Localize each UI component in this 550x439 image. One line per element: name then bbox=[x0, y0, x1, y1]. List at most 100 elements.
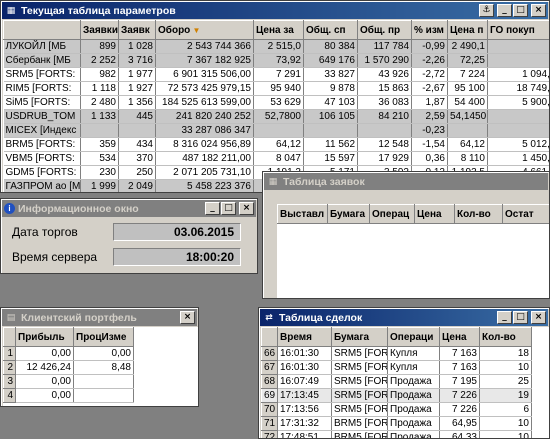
table-cell: SiM5 [FORTS: bbox=[3, 95, 81, 110]
deals-window-titlebar[interactable]: ⇄ Таблица сделок _ □ × bbox=[260, 309, 548, 326]
column-header[interactable]: Оборо ▼ bbox=[155, 20, 254, 40]
params-window-titlebar[interactable]: ▦ Текущая таблица параметров ⚓ _ □ × bbox=[2, 2, 548, 19]
table-cell bbox=[487, 123, 549, 138]
table-row[interactable]: Сбербанк [МБ 2 252 3 716 7 367 182 925 73,92… bbox=[3, 53, 549, 68]
table-cell: 5 900,00 bbox=[487, 95, 549, 110]
info-window-title: Информационное окно bbox=[18, 202, 139, 215]
close-button[interactable]: × bbox=[180, 311, 195, 324]
column-header[interactable]: Цена за bbox=[253, 20, 304, 40]
close-button[interactable]: × bbox=[239, 202, 254, 215]
column-header[interactable]: Операц bbox=[369, 204, 415, 224]
maximize-button[interactable]: □ bbox=[513, 311, 528, 324]
table-cell: 3 716 bbox=[118, 53, 156, 68]
table-cell: 47 103 bbox=[303, 95, 358, 110]
orders-window-titlebar[interactable]: ▦ Таблица заявок bbox=[264, 173, 548, 190]
column-header[interactable] bbox=[261, 327, 278, 347]
table-row[interactable]: 7217:48:51BRM5 [FORTПродажа64,3310 bbox=[261, 430, 532, 438]
table-cell: 4 bbox=[3, 388, 16, 403]
table-row[interactable]: 6816:07:49SRM5 [FORTПродажа7 19525 bbox=[261, 374, 532, 389]
column-header[interactable]: Общ. сп bbox=[303, 20, 358, 40]
table-cell: 7 291 bbox=[253, 67, 304, 82]
column-header[interactable]: ГО покуп bbox=[487, 20, 549, 40]
table-cell: -2,72 bbox=[411, 67, 448, 82]
table-cell: 649 176 bbox=[303, 53, 358, 68]
table-row[interactable]: 6616:01:30SRM5 [FORTКупля7 16318 bbox=[261, 346, 532, 361]
table-cell: 7 224 bbox=[447, 67, 488, 82]
deals-window: ⇄ Таблица сделок _ □ × Время Бумага Операц… bbox=[258, 307, 550, 439]
table-cell: 487 182 211,00 bbox=[155, 151, 254, 166]
params-window: ▦ Текущая таблица параметров ⚓ _ □ × Зая… bbox=[0, 0, 550, 193]
column-header[interactable]: Цена п bbox=[447, 20, 488, 40]
column-header[interactable]: Выставл bbox=[277, 204, 328, 224]
column-header[interactable]: Цена bbox=[439, 327, 480, 347]
portfolio-window-titlebar[interactable]: ▤ Клиентский портфель × bbox=[2, 309, 197, 326]
column-header[interactable]: Бумага bbox=[327, 204, 370, 224]
table-cell: 230 bbox=[80, 165, 119, 180]
table-row[interactable]: USDRUB_TOM 1 133 445 241 820 240 252 52,7800… bbox=[3, 109, 549, 124]
minimize-button[interactable]: _ bbox=[497, 311, 512, 324]
table-cell bbox=[357, 123, 412, 138]
table-cell bbox=[73, 388, 134, 403]
table-cell: 7 163 bbox=[439, 346, 480, 361]
table-row[interactable]: BRM5 [FORTS: 359 434 8 316 024 956,89 64,12 1… bbox=[3, 137, 549, 152]
table-row[interactable]: SRM5 [FORTS: 982 1 977 6 901 315 506,00 7 29… bbox=[3, 67, 549, 82]
table-cell: 1 977 bbox=[118, 67, 156, 82]
table-cell: 241 820 240 252 bbox=[155, 109, 254, 124]
table-cell: 106 105 bbox=[303, 109, 358, 124]
table-row[interactable]: 6917:13:45SRM5 [FORTПродажа7 22619 bbox=[261, 388, 532, 403]
table-row[interactable]: RIM5 [FORTS: 1 118 1 927 72 573 425 979,15 9… bbox=[3, 81, 549, 96]
table-cell: 0,00 bbox=[15, 374, 74, 389]
table-cell: 95 100 bbox=[447, 81, 488, 96]
table-row[interactable]: 7117:31:32BRM5 [FORTПродажа64,9510 bbox=[261, 416, 532, 431]
maximize-button[interactable]: □ bbox=[221, 202, 236, 215]
pin-icon[interactable]: ⚓ bbox=[479, 4, 494, 17]
table-row[interactable]: VBM5 [FORTS: 534 370 487 182 211,00 8 047 15 … bbox=[3, 151, 549, 166]
column-header[interactable]: % изм bbox=[411, 20, 448, 40]
table-row[interactable]: 2 12 426,24 8,48 bbox=[3, 360, 134, 375]
column-header[interactable]: Кол-во bbox=[454, 204, 503, 224]
table-row[interactable]: MICEX [Индекс 33 287 086 347 -0,23 bbox=[3, 123, 549, 138]
table-cell: VBM5 [FORTS: bbox=[3, 151, 81, 166]
table-cell: 0,00 bbox=[73, 346, 134, 361]
table-cell: 80 384 bbox=[303, 39, 358, 54]
table-cell: 18 749,45 bbox=[487, 81, 549, 96]
deals-icon: ⇄ bbox=[265, 312, 273, 322]
column-header[interactable]: Цена bbox=[414, 204, 455, 224]
column-header[interactable]: ПроцИзме bbox=[73, 327, 134, 347]
table-row[interactable]: ЛУКОЙЛ [МБ 899 1 028 2 543 744 366 2 515,0 80… bbox=[3, 39, 549, 54]
table-row[interactable]: 1 0,00 0,00 bbox=[3, 346, 134, 361]
params-table: Заявки Заявк Оборо ▼ Цена за Общ. сп Общ. пр%… bbox=[3, 20, 549, 192]
table-cell: 64,33 bbox=[439, 430, 480, 438]
column-header[interactable]: Заявк bbox=[118, 20, 156, 40]
table-cell: 1 028 bbox=[118, 39, 156, 54]
column-header[interactable]: Общ. пр bbox=[357, 20, 412, 40]
column-header[interactable]: Остат bbox=[502, 204, 549, 224]
column-header[interactable]: Бумага bbox=[331, 327, 388, 347]
table-row[interactable]: SiM5 [FORTS: 2 480 1 356 184 525 613 599,00… bbox=[3, 95, 549, 110]
close-button[interactable]: × bbox=[531, 4, 546, 17]
column-header[interactable]: Прибыль bbox=[15, 327, 74, 347]
table-cell bbox=[73, 374, 134, 389]
column-header[interactable]: Кол-во bbox=[479, 327, 532, 347]
column-header[interactable]: Заявки bbox=[80, 20, 119, 40]
close-button[interactable]: × bbox=[531, 311, 546, 324]
table-cell: 16:01:30 bbox=[277, 346, 332, 361]
maximize-button[interactable]: □ bbox=[513, 4, 528, 17]
table-row[interactable]: 3 0,00 bbox=[3, 374, 134, 389]
column-header[interactable] bbox=[3, 20, 81, 40]
column-header[interactable] bbox=[3, 327, 16, 347]
table-row[interactable]: 4 0,00 bbox=[3, 388, 134, 403]
minimize-button[interactable]: _ bbox=[205, 202, 220, 215]
table-row[interactable]: 6716:01:30SRM5 [FORTКупля7 16310 bbox=[261, 360, 532, 375]
filter-icon[interactable]: ▼ bbox=[190, 26, 201, 35]
table-cell: Купля bbox=[387, 360, 440, 375]
table-cell: 445 bbox=[118, 109, 156, 124]
table-cell: 64,12 bbox=[253, 137, 304, 152]
info-window-titlebar[interactable]: i Информационное окно _ □ × bbox=[2, 200, 256, 217]
table-cell: MICEX [Индекс bbox=[3, 123, 81, 138]
minimize-button[interactable]: _ bbox=[497, 4, 512, 17]
column-header[interactable]: Операци bbox=[387, 327, 440, 347]
column-header[interactable]: Время bbox=[277, 327, 332, 347]
table-row[interactable]: 7017:13:56SRM5 [FORTПродажа7 2266 bbox=[261, 402, 532, 417]
table-cell: 67 bbox=[261, 360, 278, 375]
